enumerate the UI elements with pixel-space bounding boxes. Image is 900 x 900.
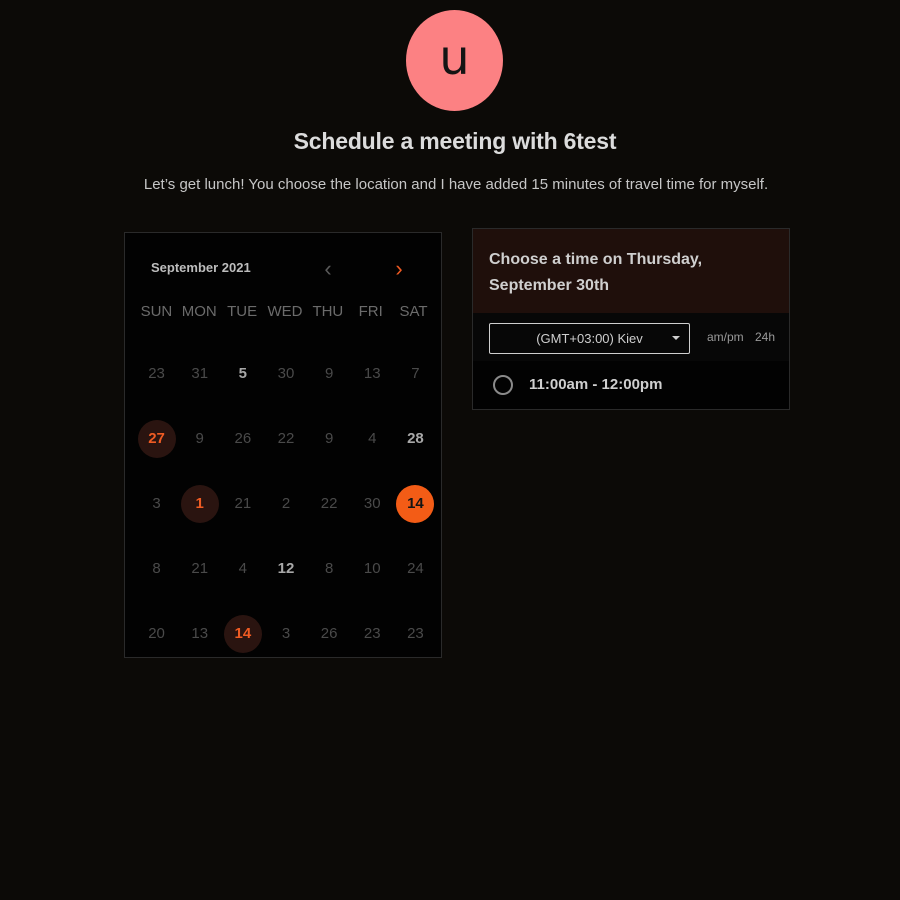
calendar-day-number: 30: [363, 495, 381, 512]
calendar-day-number: 9: [324, 365, 334, 382]
radio-icon: [493, 375, 513, 395]
calendar-month-label: September 2021: [151, 260, 251, 275]
weekday-label: MON: [181, 303, 217, 320]
calendar-day: 9: [178, 406, 221, 471]
format-24h-toggle[interactable]: 24h: [755, 330, 775, 344]
calendar-day: 24: [394, 536, 437, 601]
weekday-label: SUN: [140, 303, 173, 320]
calendar-day: 3: [135, 471, 178, 536]
weekday-header: SUN MON TUE WED THU FRI SAT: [135, 303, 435, 320]
calendar-day: 9: [308, 406, 351, 471]
calendar-day: 26: [308, 601, 351, 666]
calendar-day: 8: [308, 536, 351, 601]
calendar-day-number: 20: [148, 625, 165, 642]
calendar-day-selected[interactable]: 14: [394, 471, 437, 536]
calendar-day-number: 8: [152, 560, 161, 577]
calendar-day-number: 9: [324, 430, 334, 447]
calendar-day-number: 12: [277, 560, 295, 577]
calendar-day-number: 4: [238, 560, 248, 577]
calendar-day-number: 9: [195, 430, 204, 447]
calendar-day: 23: [394, 601, 437, 666]
calendar-day-number: 28: [407, 430, 424, 447]
calendar-day-number: 3: [281, 625, 291, 642]
calendar-day-grid: 23 31 5 30 9 13 7 27 9 26 22 9 4 28 3 1 21 2 22 30 14 8 21 4 12 8…: [135, 341, 437, 666]
calendar-day: 21: [221, 471, 264, 536]
calendar-day-available[interactable]: 27: [135, 406, 178, 471]
chevron-right-icon[interactable]: ›: [389, 258, 409, 280]
calendar-day: 30: [264, 341, 307, 406]
calendar-day: 22: [308, 471, 351, 536]
calendar-day-number: 14: [223, 614, 262, 653]
calendar-day: 20: [135, 601, 178, 666]
calendar-day: 13: [178, 601, 221, 666]
time-slot-label: 11:00am - 12:00pm: [529, 376, 663, 393]
calendar-day: 8: [135, 536, 178, 601]
calendar-day-number: 23: [148, 365, 165, 382]
page-subtitle: Let’s get lunch! You choose the location…: [143, 176, 769, 193]
time-selection-panel: Choose a time on Thursday, September 30t…: [472, 228, 790, 410]
calendar-day: 5: [221, 341, 264, 406]
calendar-day-number: 22: [320, 495, 338, 512]
timezone-value: (GMT+03:00) Kiev: [536, 331, 643, 346]
calendar-day: 31: [178, 341, 221, 406]
calendar-day: 22: [264, 406, 307, 471]
caret-down-icon: [672, 336, 680, 340]
calendar-day-number: 21: [191, 560, 209, 577]
calendar-day-number: 31: [191, 365, 209, 382]
weekday-label: TUE: [227, 303, 258, 320]
calendar-day-available[interactable]: 1: [178, 471, 221, 536]
calendar-day: 28: [394, 406, 437, 471]
calendar-day-number: 26: [234, 430, 252, 447]
calendar-day: 7: [394, 341, 437, 406]
calendar-day: 2: [264, 471, 307, 536]
calendar-day: 23: [135, 341, 178, 406]
calendar: September 2021 ‹ › SUN MON TUE WED THU F…: [124, 232, 442, 658]
weekday-label: SAT: [399, 303, 428, 320]
time-slot[interactable]: 11:00am - 12:00pm: [473, 361, 789, 409]
page-title: Schedule a meeting with 6test: [293, 128, 617, 154]
calendar-day-number: 23: [407, 625, 424, 642]
calendar-day-number: 24: [407, 560, 424, 577]
calendar-day-number: 27: [137, 419, 176, 458]
chevron-left-icon[interactable]: ‹: [318, 258, 338, 280]
weekday-label: WED: [267, 303, 303, 320]
calendar-day-number: 8: [324, 560, 334, 577]
time-panel-heading: Choose a time on Thursday, September 30t…: [473, 229, 789, 313]
calendar-day: 23: [351, 601, 394, 666]
calendar-day-number: 3: [152, 495, 161, 512]
calendar-day-number: 7: [411, 365, 420, 382]
calendar-day: 3: [264, 601, 307, 666]
calendar-day-number: 23: [363, 625, 381, 642]
weekday-label: THU: [312, 303, 344, 320]
calendar-day-number: 22: [277, 430, 295, 447]
calendar-day: 10: [351, 536, 394, 601]
calendar-day: 9: [308, 341, 351, 406]
calendar-day: 30: [351, 471, 394, 536]
calendar-day-number: 26: [320, 625, 338, 642]
calendar-day: 4: [351, 406, 394, 471]
calendar-day-number: 10: [363, 560, 381, 577]
calendar-day-number: 4: [368, 430, 377, 447]
calendar-day: 21: [178, 536, 221, 601]
avatar: u: [406, 10, 503, 111]
calendar-day: 4: [221, 536, 264, 601]
timezone-row: (GMT+03:00) Kiev am/pm 24h: [473, 313, 789, 361]
calendar-day-number: 2: [281, 495, 291, 512]
calendar-day: 12: [264, 536, 307, 601]
calendar-day: 26: [221, 406, 264, 471]
calendar-day-number: 1: [180, 484, 219, 523]
calendar-day-number: 13: [191, 625, 209, 642]
calendar-day: 13: [351, 341, 394, 406]
weekday-label: FRI: [358, 303, 383, 320]
calendar-day-number: 21: [234, 495, 252, 512]
format-ampm-toggle[interactable]: am/pm: [707, 330, 744, 344]
calendar-day-number: 13: [363, 365, 381, 382]
calendar-day-available[interactable]: 14: [221, 601, 264, 666]
calendar-day-number: 14: [396, 484, 435, 523]
calendar-day-number: 30: [277, 365, 295, 382]
calendar-day-number: 5: [238, 365, 248, 382]
timezone-select[interactable]: (GMT+03:00) Kiev: [489, 323, 690, 354]
